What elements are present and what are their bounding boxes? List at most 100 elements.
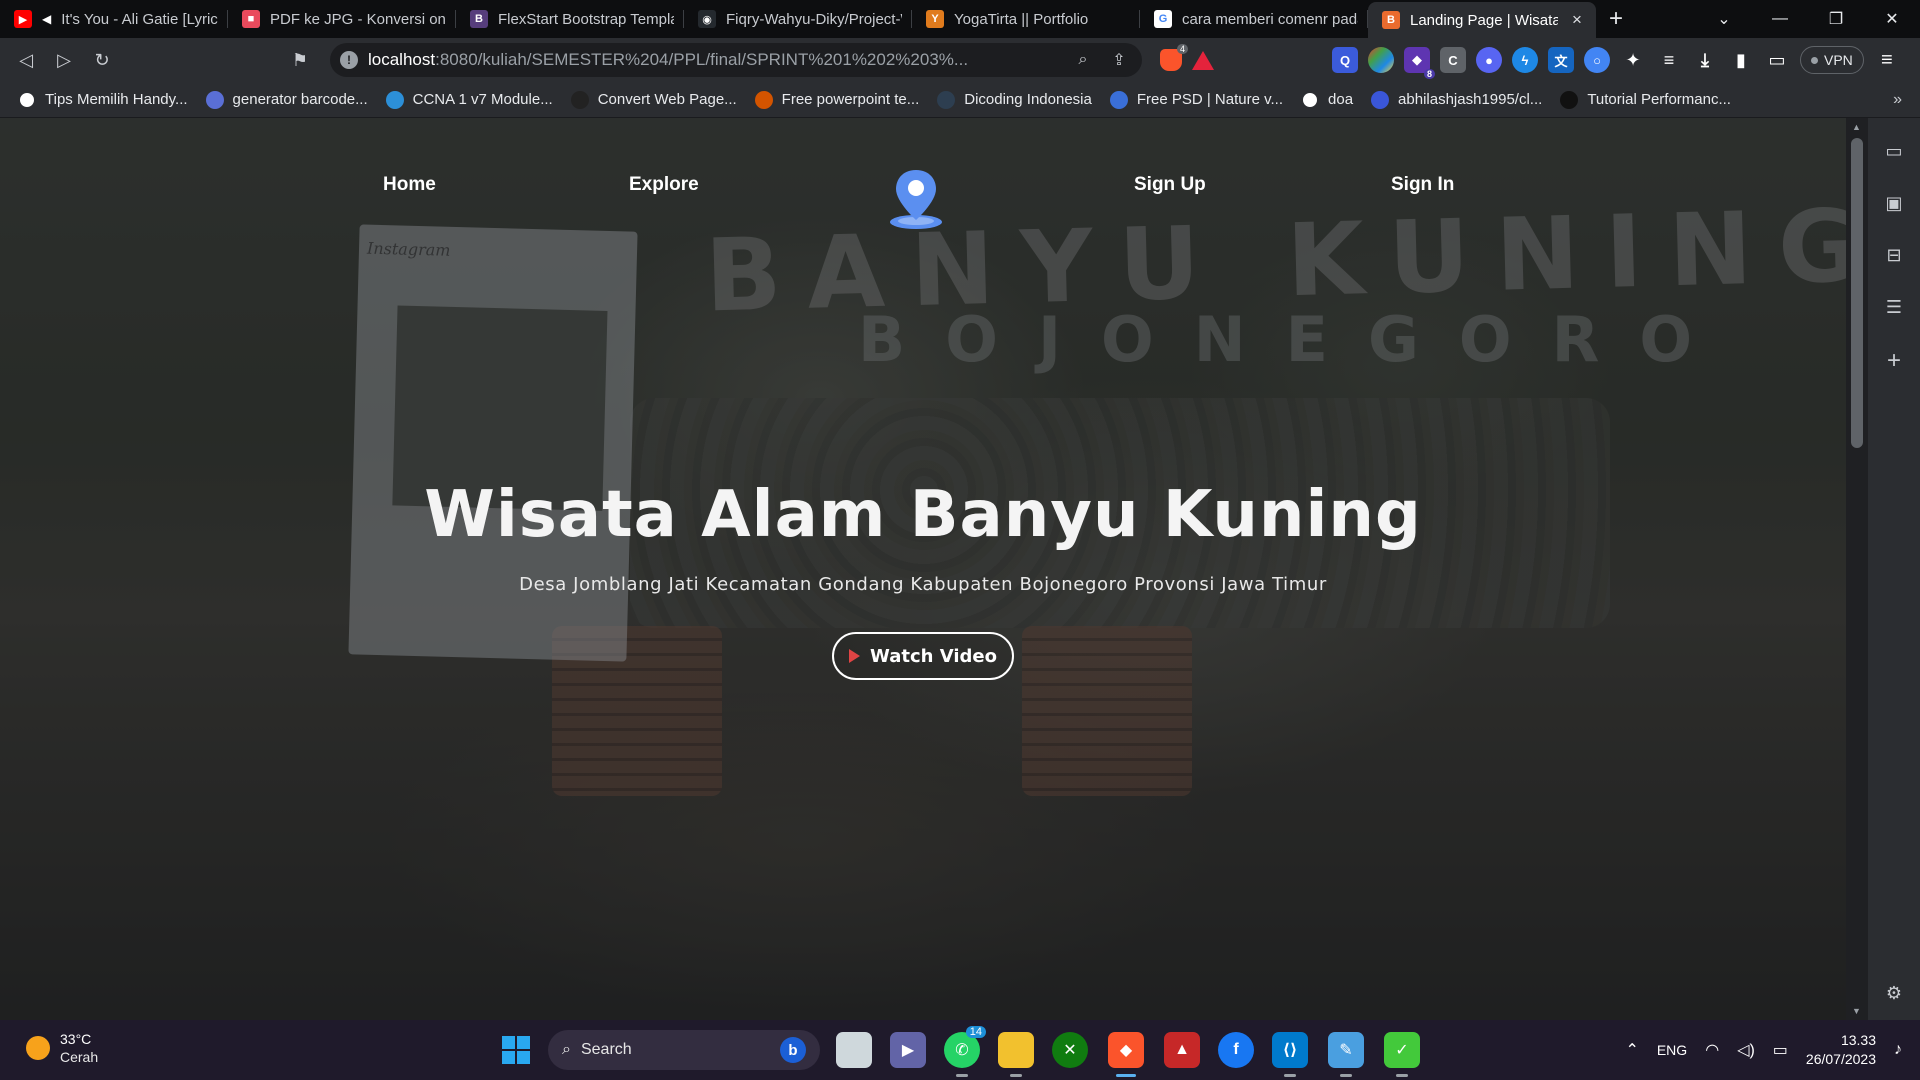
tab-search-icon[interactable]: ⌄ <box>1696 0 1752 38</box>
bookmark-item[interactable]: Free powerpoint te... <box>754 90 919 109</box>
brave-shields-icon[interactable]: 4 <box>1158 44 1188 73</box>
browser-tab[interactable]: B Landing Page | Wisata × <box>1368 2 1596 38</box>
scroll-up-icon[interactable]: ▲ <box>1852 122 1861 132</box>
reload-icon[interactable]: ↻ <box>86 44 118 76</box>
notes-app-icon[interactable]: ✓ <box>1384 1032 1420 1077</box>
brave-browser-icon[interactable]: ◆ <box>1108 1032 1144 1077</box>
tab-title: cara memberi comenr pada <box>1182 10 1358 28</box>
nav-signin[interactable]: Sign In <box>1391 174 1454 196</box>
page-scrollbar[interactable]: ▲ ▼ <box>1846 118 1868 1020</box>
reading-list-icon[interactable]: ☰ <box>1881 294 1907 320</box>
tab-title: It's You - Ali Gatie [Lyrics] <box>61 10 218 28</box>
browser-tab[interactable]: Gcara memberi comenr pada <box>1140 0 1368 38</box>
scrollbar-thumb[interactable] <box>1851 138 1863 448</box>
brave-rewards-icon[interactable] <box>1190 47 1216 73</box>
weather-condition: Cerah <box>60 1049 99 1065</box>
close-window-icon[interactable]: ✕ <box>1864 0 1920 38</box>
site-info-icon[interactable]: ! <box>340 51 358 69</box>
bookmark-item[interactable]: Free PSD | Nature v... <box>1109 90 1284 109</box>
bookmark-label: Convert Web Page... <box>597 91 737 108</box>
muted-speaker-icon[interactable]: ◀ <box>42 12 51 26</box>
browser-tab[interactable]: ■ PDF ke JPG - Konversi online <box>228 0 456 38</box>
browser-tab[interactable]: ▶ ◀ It's You - Ali Gatie [Lyrics] <box>0 0 228 38</box>
location-pin-icon[interactable] <box>888 166 944 230</box>
back-icon[interactable]: ◁ <box>10 44 42 76</box>
extension-colorwheel-icon[interactable] <box>1368 47 1394 73</box>
task-view-icon[interactable] <box>836 1032 872 1068</box>
nav-signup[interactable]: Sign Up <box>1134 174 1206 196</box>
video-icon[interactable]: ▭ <box>1881 138 1907 164</box>
teams-icon[interactable]: ▶ <box>890 1032 926 1068</box>
bookmark-item[interactable]: Tips Memilih Handy... <box>18 90 188 109</box>
vscode-icon[interactable]: ⟨⟩ <box>1272 1032 1308 1077</box>
playlist-icon[interactable]: ≡ <box>1656 47 1682 73</box>
facebook-icon[interactable]: f <box>1218 1032 1254 1068</box>
clock[interactable]: 13.33 26/07/2023 <box>1806 1031 1876 1069</box>
extension-translate-icon[interactable]: 文 <box>1548 47 1574 73</box>
scroll-down-icon[interactable]: ▼ <box>1852 1006 1861 1016</box>
bookmark-item[interactable]: generator barcode... <box>205 90 368 109</box>
bookmark-favicon-icon <box>937 90 956 109</box>
language-indicator[interactable]: ENG <box>1657 1042 1687 1058</box>
bookmark-label: Free PSD | Nature v... <box>1136 91 1284 108</box>
close-tab-icon[interactable]: × <box>1568 10 1586 30</box>
bookmarks-sidebar-icon[interactable]: ⊟ <box>1881 242 1907 268</box>
wallet-icon[interactable]: ▭ <box>1764 47 1790 73</box>
bing-icon[interactable]: b <box>780 1037 806 1063</box>
bookmark-item[interactable]: Convert Web Page... <box>570 90 737 109</box>
extension-search-icon[interactable]: Q <box>1332 47 1358 73</box>
file-explorer-icon[interactable] <box>998 1032 1034 1077</box>
bookmark-item[interactable]: Tutorial Performanc... <box>1560 90 1731 109</box>
bookmark-item[interactable]: abhilashjash1995/cl... <box>1371 90 1542 109</box>
vpn-button[interactable]: VPN <box>1800 46 1864 74</box>
share-icon[interactable]: ⇪ <box>1106 47 1132 73</box>
extension-puzzle-purple-icon[interactable]: ◆ 8 <box>1404 47 1435 79</box>
shield-count: 4 <box>1176 44 1188 54</box>
extension-discord-icon[interactable]: ● <box>1476 47 1502 73</box>
tab-favicon-icon: B <box>1382 11 1400 29</box>
paint-app-icon[interactable]: ✎ <box>1328 1032 1364 1077</box>
bookmark-item[interactable]: CCNA 1 v7 Module... <box>385 90 553 109</box>
sidebar-toggle-icon[interactable]: ▮ <box>1728 47 1754 73</box>
bookmark-item[interactable]: Dicoding Indonesia <box>937 90 1092 109</box>
add-sidebar-item-icon[interactable]: + <box>1881 347 1907 374</box>
wifi-icon[interactable]: ◠ <box>1705 1040 1719 1060</box>
windows-start-icon[interactable] <box>502 1036 530 1064</box>
taskbar-search[interactable]: ⌕ Search b <box>548 1030 820 1070</box>
browser-tab[interactable]: B FlexStart Bootstrap Template <box>456 0 684 38</box>
extension-c-icon[interactable]: C <box>1440 47 1466 73</box>
wallet-sidebar-icon[interactable]: ▣ <box>1881 190 1907 216</box>
nav-home[interactable]: Home <box>383 174 436 196</box>
sidebar-settings-icon[interactable]: ⚙ <box>1881 980 1907 1006</box>
bookmark-favicon-icon <box>18 90 36 109</box>
minimize-icon[interactable]: — <box>1752 0 1808 38</box>
new-tab-button[interactable]: + <box>1596 0 1636 38</box>
browser-tab[interactable]: ◉ Fiqry-Wahyu-Diky/Project-W <box>684 0 912 38</box>
browser-tab[interactable]: Y YogaTirta || Portfolio <box>912 0 1140 38</box>
watch-video-button[interactable]: Watch Video <box>832 632 1014 680</box>
bookmark-page-icon[interactable]: ⚑ <box>284 44 316 76</box>
nav-explore[interactable]: Explore <box>629 174 699 196</box>
xbox-icon[interactable]: ✕ <box>1052 1032 1088 1068</box>
url-text[interactable]: localhost:8080/kuliah/SEMESTER%204/PPL/f… <box>368 50 1060 70</box>
forward-icon[interactable]: ▷ <box>48 44 80 76</box>
notification-icon[interactable]: ♪ <box>1894 1041 1902 1059</box>
bookmark-item[interactable]: doa <box>1301 90 1353 109</box>
extension-lens-icon[interactable]: ○ <box>1584 47 1610 73</box>
game-launcher-icon[interactable]: ▲ <box>1164 1032 1200 1068</box>
menu-icon[interactable]: ≡ <box>1874 47 1900 73</box>
address-bar[interactable]: ! localhost:8080/kuliah/SEMESTER%204/PPL… <box>330 43 1142 77</box>
weather-widget[interactable]: 33°C Cerah <box>26 1030 98 1066</box>
bookmark-label: generator barcode... <box>232 91 368 108</box>
play-icon <box>849 649 861 663</box>
bookmarks-overflow-icon[interactable]: » <box>1893 91 1902 109</box>
volume-icon[interactable]: ◁) <box>1737 1040 1755 1060</box>
download-icon[interactable]: ⤓ <box>1692 47 1718 73</box>
extension-bolt-icon[interactable]: ϟ <box>1512 47 1538 73</box>
chevron-up-icon[interactable]: ⌃ <box>1625 1040 1638 1060</box>
whatsapp-icon[interactable]: ✆ 14 <box>944 1026 986 1077</box>
zoom-icon[interactable]: ⌕ <box>1070 47 1096 73</box>
restore-icon[interactable]: ❐ <box>1808 0 1864 38</box>
battery-icon[interactable]: ▭ <box>1773 1040 1788 1060</box>
extensions-puzzle-icon[interactable]: ✦ <box>1620 47 1646 73</box>
